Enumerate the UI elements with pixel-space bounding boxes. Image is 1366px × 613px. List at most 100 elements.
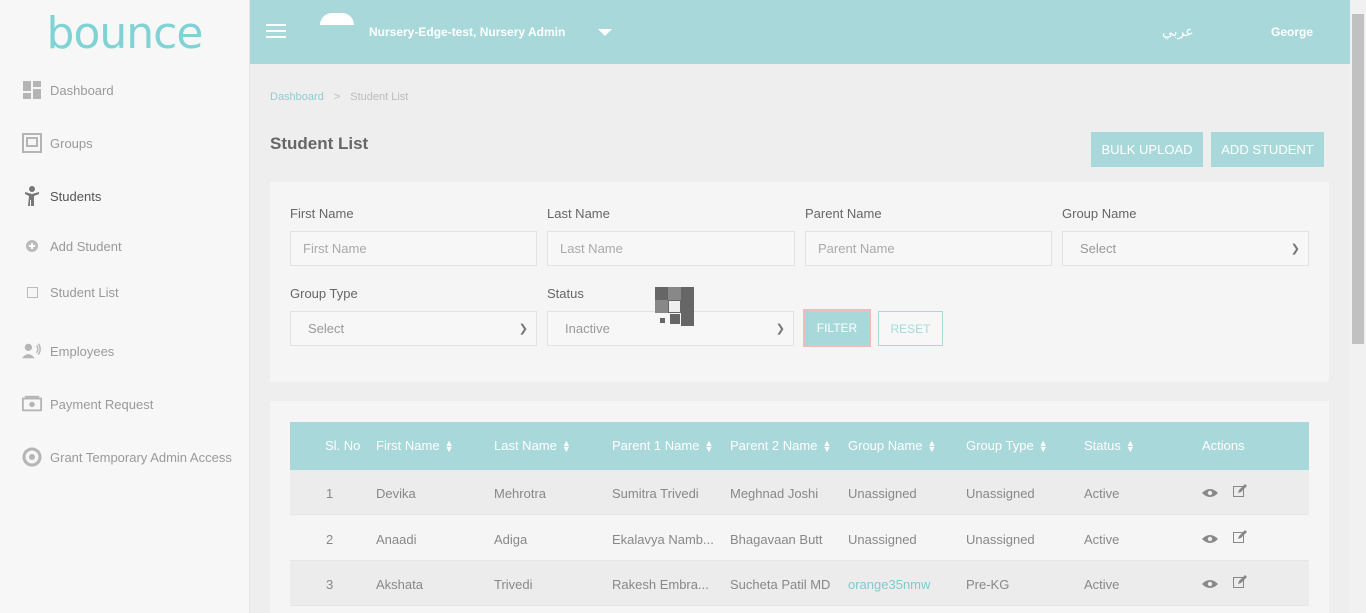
scrollbar[interactable] xyxy=(1350,0,1366,613)
plus-circle-icon xyxy=(26,240,38,252)
cell-first-name: Akshata xyxy=(376,577,423,592)
cell-parent1: Ekalavya Namb... xyxy=(612,532,714,547)
logo[interactable]: bounce xyxy=(0,0,249,66)
sidebar-item-label: Grant Temporary Admin Access xyxy=(50,449,232,465)
status-label: Status xyxy=(547,286,584,301)
sidebar-item-dashboard[interactable]: Dashboard xyxy=(22,78,114,102)
cell-group-type: Pre-KG xyxy=(966,577,1010,592)
cell-sl-no: 3 xyxy=(326,577,334,592)
edit-icon[interactable] xyxy=(1233,530,1247,547)
scrollbar-thumb[interactable] xyxy=(1352,14,1364,344)
chevron-down-icon: ❯ xyxy=(1290,243,1300,255)
cell-first-name: Anaadi xyxy=(376,532,417,547)
chevron-down-icon[interactable] xyxy=(598,29,612,36)
col-status[interactable]: Status ▲ ▼ xyxy=(1084,438,1135,453)
breadcrumb: Dashboard > Student List xyxy=(270,91,408,103)
col-parent1-name[interactable]: Parent 1 Name ▲ ▼ xyxy=(612,438,713,453)
payment-icon xyxy=(22,394,42,414)
student-icon xyxy=(22,186,42,206)
sidebar-subitem-label: Add Student xyxy=(50,238,122,254)
student-table-panel: Sl. No First Name ▲ ▼ Last Name ▲ ▼ Parent 1… xyxy=(270,401,1329,613)
sidebar-subitem-add-student[interactable]: Add Student xyxy=(26,236,122,256)
view-icon[interactable] xyxy=(1202,532,1218,547)
sidebar-item-label: Employees xyxy=(50,343,115,359)
view-icon[interactable] xyxy=(1202,577,1218,592)
bulk-upload-button[interactable]: BULK UPLOAD xyxy=(1091,132,1203,167)
cell-group-type: Unassigned xyxy=(966,486,1035,501)
col-group-name[interactable]: Group Name ▲ ▼ xyxy=(848,438,936,453)
col-last-name[interactable]: Last Name ▲ ▼ xyxy=(494,438,571,453)
sidebar-subitem-label: Student List xyxy=(50,284,119,300)
cell-parent2: Meghnad Joshi xyxy=(730,486,819,501)
cell-parent2: Bhagavaan Butt xyxy=(730,532,823,547)
cell-parent1: Rakesh Embra... xyxy=(612,577,709,592)
first-name-label: First Name xyxy=(290,206,354,221)
sidebar-item-students[interactable]: Students xyxy=(22,184,101,208)
cell-last-name: Adiga xyxy=(494,532,528,547)
org-avatar xyxy=(320,13,354,25)
top-header: Nursery-Edge-test, Nursery Admin عربي Ge… xyxy=(250,0,1350,64)
sidebar-item-label: Payment Request xyxy=(50,396,154,412)
table-header: Sl. No First Name ▲ ▼ Last Name ▲ ▼ Parent 1… xyxy=(290,422,1309,470)
add-student-button[interactable]: ADD STUDENT xyxy=(1211,132,1324,167)
parent-name-label: Parent Name xyxy=(805,206,882,221)
cell-parent2: Sucheta Patil MD xyxy=(730,577,831,592)
group-type-value: Select xyxy=(308,321,345,336)
sidebar-item-label: Dashboard xyxy=(50,82,114,98)
page-title: Student List xyxy=(270,134,369,153)
breadcrumb-home[interactable]: Dashboard xyxy=(270,91,324,103)
sort-icon: ▲ ▼ xyxy=(1038,437,1048,454)
col-first-name[interactable]: First Name ▲ ▼ xyxy=(376,438,453,453)
dashboard-icon xyxy=(22,80,42,100)
table-row: 3 Akshata Trivedi Rakesh Embra... Suchet… xyxy=(290,561,1309,606)
sidebar-item-grant-admin-access[interactable]: Grant Temporary Admin Access xyxy=(22,445,232,469)
filter-panel: First Name First Name Last Name Last Nam… xyxy=(270,182,1329,382)
first-name-input[interactable]: First Name xyxy=(290,231,537,266)
employees-icon xyxy=(22,341,42,361)
group-type-select[interactable]: Select ❯ xyxy=(290,311,537,346)
sidebar: bounce Dashboard Groups Students Add Stu… xyxy=(0,0,250,613)
cell-sl-no: 1 xyxy=(326,486,334,501)
cell-last-name: Trivedi xyxy=(494,577,533,592)
group-name-value: Select xyxy=(1080,241,1117,256)
sidebar-item-groups[interactable]: Groups xyxy=(22,131,93,155)
cell-group-name: Unassigned xyxy=(848,486,917,501)
cell-status: Active xyxy=(1084,577,1120,592)
menu-icon[interactable] xyxy=(266,24,286,38)
sidebar-subitem-student-list[interactable]: Student List xyxy=(26,282,119,302)
user-menu[interactable]: George xyxy=(1271,25,1313,39)
col-group-type[interactable]: Group Type ▲ ▼ xyxy=(966,438,1048,453)
cell-status: Active xyxy=(1084,486,1120,501)
sort-icon: ▲ ▼ xyxy=(561,437,571,454)
sidebar-item-employees[interactable]: Employees xyxy=(22,339,114,363)
cell-last-name: Mehrotra xyxy=(494,486,547,501)
cell-group-name-link[interactable]: orange35nmw xyxy=(848,577,930,592)
sort-icon: ▲ ▼ xyxy=(1125,437,1135,454)
cell-parent1: Sumitra Trivedi xyxy=(612,486,699,501)
admin-access-icon xyxy=(22,447,42,467)
status-value: Inactive xyxy=(565,321,610,336)
chevron-down-icon: ❯ xyxy=(775,323,785,335)
view-icon[interactable] xyxy=(1202,486,1218,501)
reset-button[interactable]: RESET xyxy=(878,311,943,346)
language-toggle[interactable]: عربي xyxy=(1162,23,1194,40)
edit-icon[interactable] xyxy=(1233,484,1247,501)
group-type-label: Group Type xyxy=(290,286,358,301)
group-name-label: Group Name xyxy=(1062,206,1137,221)
cell-group-type: Unassigned xyxy=(966,532,1035,547)
col-sl-no: Sl. No xyxy=(325,438,361,453)
filter-button[interactable]: FILTER xyxy=(803,309,871,347)
parent-name-input[interactable]: Parent Name xyxy=(805,231,1052,266)
chevron-down-icon: ❯ xyxy=(518,323,528,335)
sidebar-item-label: Students xyxy=(50,188,102,204)
cell-sl-no: 2 xyxy=(326,532,334,547)
sidebar-item-payment-request[interactable]: Payment Request xyxy=(22,392,153,416)
col-parent2-name[interactable]: Parent 2 Name ▲ ▼ xyxy=(730,438,831,453)
cell-first-name: Devika xyxy=(376,486,416,501)
last-name-input[interactable]: Last Name xyxy=(547,231,795,266)
group-name-select[interactable]: Select ❯ xyxy=(1062,231,1309,266)
org-selector[interactable]: Nursery-Edge-test, Nursery Admin xyxy=(369,25,565,39)
edit-icon[interactable] xyxy=(1233,575,1247,592)
sidebar-item-label: Groups xyxy=(50,135,93,151)
cell-status: Active xyxy=(1084,532,1120,547)
